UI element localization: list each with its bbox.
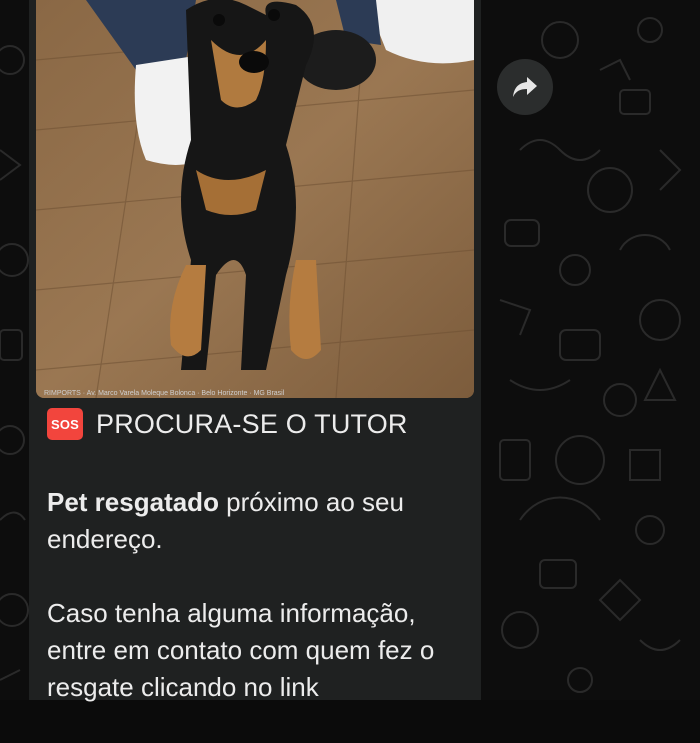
photo-caption: RIMPORTS · Av. Marco Varela Moleque Bolo… bbox=[44, 390, 285, 397]
message-title-text: PROCURA-SE O TUTOR bbox=[96, 408, 408, 439]
message-bold-text: Pet resgatado bbox=[47, 487, 219, 517]
forward-arrow-icon bbox=[513, 77, 537, 97]
message-title: SOS PROCURA-SE O TUTOR bbox=[47, 408, 408, 440]
message-paragraph-1: Pet resgatado próximo ao seu endereço. bbox=[47, 484, 472, 558]
dog-photo-illustration bbox=[36, 0, 474, 398]
message-bubble[interactable]: RIMPORTS · Av. Marco Varela Moleque Bolo… bbox=[29, 0, 481, 702]
message-body: Pet resgatado próximo ao seu endereço. C… bbox=[47, 484, 472, 743]
message-paragraph-2: Caso tenha alguma informação, entre em c… bbox=[47, 598, 435, 702]
sos-emoji-badge: SOS bbox=[47, 408, 83, 440]
dog-photo[interactable]: RIMPORTS · Av. Marco Varela Moleque Bolo… bbox=[36, 0, 474, 398]
forward-button[interactable] bbox=[497, 59, 553, 115]
